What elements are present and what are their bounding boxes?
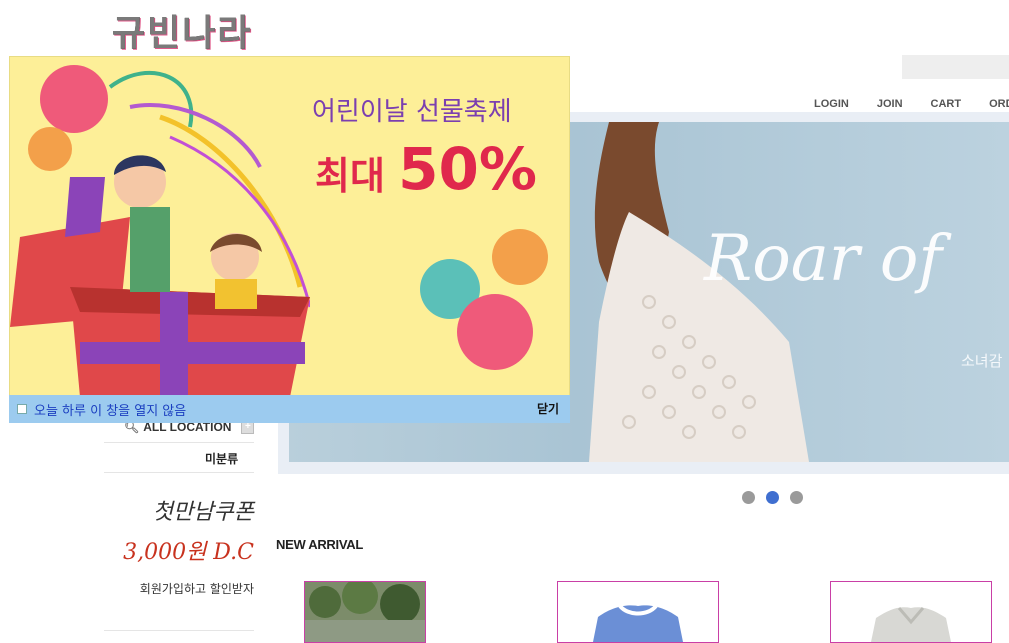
product-image (871, 607, 951, 642)
popup-offer: 최대 50% (315, 135, 537, 203)
hero-title: Roar of (704, 222, 943, 296)
slider-dot-2[interactable] (766, 491, 779, 504)
product-card-3[interactable] (830, 581, 992, 643)
dont-show-today-label[interactable]: 오늘 하루 이 창을 열지 않음 (34, 400, 186, 419)
popup-balloons (420, 229, 548, 370)
coupon-caption[interactable]: 회원가입하고 할인받자 (104, 580, 254, 597)
divider (104, 630, 254, 631)
divider (104, 442, 254, 443)
nav-order[interactable]: ORD (989, 98, 1009, 110)
coupon-title[interactable]: 첫만남쿠폰 (120, 494, 254, 526)
product-image (305, 582, 425, 642)
new-arrival-title: NEW ARRIVAL (276, 537, 363, 552)
site-logo[interactable]: 규빈나라 (112, 4, 252, 56)
product-card-1[interactable] (304, 581, 426, 643)
slider-dot-3[interactable] (790, 491, 803, 504)
divider (104, 472, 254, 473)
nav-login[interactable]: LOGIN (814, 98, 849, 110)
nav-join[interactable]: JOIN (877, 98, 903, 110)
product-card-2[interactable] (557, 581, 719, 643)
hero-subtitle: 소녀감 (961, 352, 1003, 370)
search-input[interactable] (902, 55, 1009, 79)
popup-headline: 어린이날 선물축제 (312, 97, 512, 127)
category-link[interactable]: 미분류 (205, 450, 238, 467)
coupon-amount[interactable]: 3,000원 D.C (120, 534, 254, 566)
popup-offer-prefix: 최대 (315, 154, 385, 198)
nav-cart[interactable]: CART (931, 98, 962, 110)
popup-illustration (10, 65, 310, 397)
product-image (593, 604, 683, 642)
popup-offer-value: 50% (398, 135, 537, 203)
popup-close-button[interactable]: 닫기 (537, 400, 559, 417)
slider-dot-1[interactable] (742, 491, 755, 504)
dont-show-today-checkbox[interactable] (17, 404, 27, 414)
promo-popup[interactable]: 어린이날 선물축제 최대 50% (9, 56, 570, 423)
top-nav: LOGIN JOIN CART ORD (814, 98, 1009, 110)
